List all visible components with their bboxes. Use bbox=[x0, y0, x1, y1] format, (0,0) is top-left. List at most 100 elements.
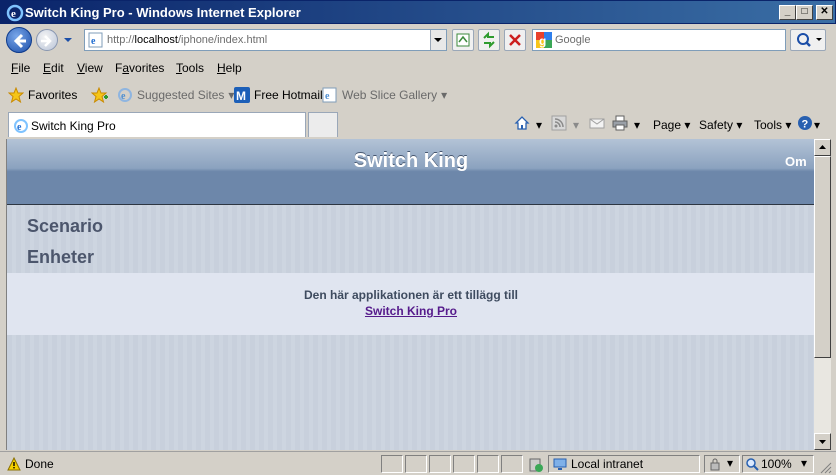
status-cell bbox=[477, 455, 499, 473]
tools-menu-label: Tools bbox=[754, 118, 783, 132]
info-panel: Den här applikationen är ett tillägg til… bbox=[7, 273, 814, 335]
svg-text:e: e bbox=[11, 8, 16, 20]
chevron-down-icon: ▾ bbox=[727, 456, 734, 470]
status-bar: Done Local intranet ▾ 100% ▾ bbox=[0, 451, 836, 475]
app-header: Switch King Om bbox=[7, 139, 814, 205]
favorites-bar: Favorites e Suggested Sites ▾ M Free Hot… bbox=[0, 82, 836, 108]
svg-text:M: M bbox=[236, 89, 246, 103]
stop-icon bbox=[509, 34, 521, 46]
scroll-thumb[interactable] bbox=[814, 156, 831, 358]
switch-king-pro-link[interactable]: Switch King Pro bbox=[7, 304, 814, 318]
intranet-zone-icon bbox=[553, 458, 567, 470]
help-dropdown-icon[interactable]: ▾ bbox=[814, 118, 820, 132]
recent-pages-dropdown-icon[interactable] bbox=[63, 36, 73, 44]
safety-menu[interactable]: Safety ▾ bbox=[699, 118, 742, 132]
add-to-favorites-bar-button[interactable] bbox=[91, 87, 109, 103]
menu-help[interactable]: Help bbox=[217, 61, 242, 75]
zone-label: Local intranet bbox=[571, 457, 644, 471]
search-input[interactable]: g Google bbox=[532, 29, 786, 51]
web-slice-gallery-label: Web Slice Gallery bbox=[342, 88, 438, 102]
tab-label: Switch King Pro bbox=[31, 119, 116, 133]
page-ie-icon: e bbox=[88, 32, 103, 48]
status-cell bbox=[405, 455, 427, 473]
refresh-button[interactable] bbox=[478, 29, 500, 51]
forward-button[interactable] bbox=[36, 29, 58, 51]
menu-bar: File Edit View Favorites Tools Help bbox=[0, 58, 836, 78]
back-button[interactable] bbox=[6, 27, 32, 53]
suggested-sites-link[interactable]: e Suggested Sites ▾ bbox=[117, 87, 234, 103]
menu-edit[interactable]: Edit bbox=[43, 61, 64, 75]
resize-grip[interactable] bbox=[818, 460, 832, 474]
info-text: Den här applikationen är ett tillägg til… bbox=[303, 288, 519, 302]
scroll-up-button[interactable] bbox=[814, 139, 831, 156]
close-button[interactable]: ✕ bbox=[816, 5, 833, 20]
home-icon[interactable] bbox=[514, 115, 530, 131]
zoom-icon bbox=[746, 458, 759, 471]
popup-blocker-cell[interactable]: ▾ bbox=[704, 455, 740, 473]
window-title: Switch King Pro - Windows Internet Explo… bbox=[25, 5, 301, 20]
arrow-down-icon bbox=[819, 440, 826, 444]
google-logo-icon: g bbox=[536, 32, 552, 48]
svg-text:e: e bbox=[91, 36, 96, 47]
forward-arrow-icon bbox=[41, 35, 52, 47]
minimize-button[interactable]: _ bbox=[779, 5, 796, 20]
mail-icon[interactable] bbox=[589, 115, 605, 131]
protected-mode-icon[interactable] bbox=[528, 457, 544, 473]
address-dropdown-button[interactable] bbox=[430, 30, 446, 50]
chevron-down-icon bbox=[434, 38, 442, 42]
navigation-bar: e http://localhost/iphone/index.html g G… bbox=[0, 24, 836, 58]
favorites-button[interactable]: Favorites bbox=[8, 87, 77, 103]
new-tab-button[interactable] bbox=[308, 112, 338, 137]
menu-tools[interactable]: Tools bbox=[176, 61, 204, 75]
print-dropdown-icon[interactable]: ▾ bbox=[634, 118, 640, 132]
suggested-sites-label: Suggested Sites bbox=[137, 88, 225, 102]
window-title-bar[interactable]: e Switch King Pro - Windows Internet Exp… bbox=[0, 0, 836, 24]
print-icon[interactable] bbox=[612, 115, 628, 131]
status-cell bbox=[381, 455, 403, 473]
vertical-scrollbar[interactable] bbox=[814, 139, 831, 450]
svg-text:e: e bbox=[17, 122, 22, 133]
tools-menu[interactable]: Tools ▾ bbox=[754, 118, 791, 132]
safety-menu-label: Safety bbox=[699, 118, 734, 132]
status-text: Done bbox=[25, 457, 54, 471]
address-input[interactable]: e http://localhost/iphone/index.html bbox=[84, 29, 447, 51]
ie-page-icon: e bbox=[14, 119, 28, 133]
warning-icon bbox=[7, 457, 21, 471]
lock-icon bbox=[710, 458, 720, 471]
magnifier-icon bbox=[797, 33, 822, 47]
svg-text:?: ? bbox=[802, 119, 809, 131]
favorites-label: Favorites bbox=[28, 88, 78, 102]
star-icon bbox=[8, 87, 24, 103]
menu-view[interactable]: View bbox=[77, 61, 103, 75]
home-dropdown-icon[interactable]: ▾ bbox=[536, 118, 542, 132]
arrow-up-icon bbox=[819, 145, 826, 149]
ie-logo-icon: e bbox=[6, 4, 24, 22]
zoom-control[interactable]: 100% ▾ bbox=[742, 455, 814, 473]
status-cell bbox=[501, 455, 523, 473]
chevron-down-icon: ▾ bbox=[801, 456, 808, 470]
help-icon[interactable]: ? bbox=[797, 115, 813, 131]
compatibility-view-button[interactable] bbox=[452, 29, 474, 51]
page-menu[interactable]: Page ▾ bbox=[653, 118, 690, 132]
menu-file[interactable]: File bbox=[11, 61, 30, 75]
search-button[interactable] bbox=[790, 29, 826, 51]
tab-switch-king-pro[interactable]: e Switch King Pro bbox=[8, 112, 306, 137]
section-scenario[interactable]: Scenario bbox=[27, 216, 103, 237]
rss-feed-icon[interactable] bbox=[551, 115, 567, 131]
resize-grip-icon bbox=[820, 462, 832, 474]
ie-page-icon: e bbox=[118, 88, 132, 102]
back-arrow-icon bbox=[13, 33, 26, 49]
menu-favorites[interactable]: Favorites bbox=[115, 61, 164, 75]
about-link[interactable]: Om bbox=[785, 154, 807, 169]
feed-dropdown-icon[interactable]: ▾ bbox=[573, 118, 579, 132]
scroll-down-button[interactable] bbox=[814, 433, 831, 450]
page-viewport: Switch King Om Scenario Enheter Den här … bbox=[6, 139, 814, 450]
free-hotmail-link[interactable]: M Free Hotmail bbox=[234, 87, 323, 103]
security-zone[interactable]: Local intranet bbox=[548, 455, 700, 473]
web-slice-gallery-link[interactable]: e Web Slice Gallery ▾ bbox=[322, 87, 447, 103]
stop-button[interactable] bbox=[504, 29, 526, 51]
maximize-button[interactable]: □ bbox=[796, 5, 813, 20]
tab-bar: e Switch King Pro ▾ ▾ ▾ Page ▾ Safety ▾ … bbox=[0, 110, 836, 138]
section-enheter[interactable]: Enheter bbox=[27, 247, 94, 268]
zoom-level: 100% bbox=[761, 457, 792, 471]
